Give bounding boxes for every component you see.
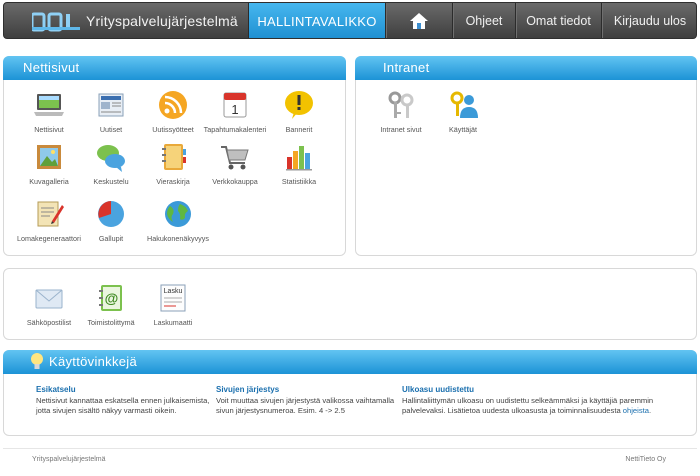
- brand-title: Yrityspalvelujärjestelmä: [86, 13, 238, 29]
- laptop-icon: [34, 94, 64, 116]
- tile-uutiset[interactable]: Uutiset: [78, 88, 144, 134]
- tile-label: Sähköpostilist: [26, 318, 72, 327]
- tips-title: Käyttövinkkejä: [49, 354, 138, 369]
- tip-text: Voit muuttaa sivujen järjestystä valikos…: [216, 396, 395, 415]
- tile-keskustelu[interactable]: Keskustelu: [78, 140, 144, 186]
- tile-label: Uutissyötteet: [152, 125, 194, 134]
- tip-text: Nettisivut kannattaa eskatsella ennen ju…: [36, 396, 210, 415]
- tile-vieraskirja[interactable]: Vieraskirja: [140, 140, 206, 186]
- top-navigation-bar: Yrityspalvelujärjestelmä HALLINTAVALIKKO…: [3, 2, 697, 39]
- tip-text-block: Hallintaliittymän ulkoasu on uudistettu …: [402, 396, 672, 416]
- intranet-header: Intranet: [355, 56, 697, 80]
- envelope-icon: [35, 289, 63, 309]
- nav-omat-tiedot[interactable]: Omat tiedot: [516, 3, 601, 38]
- address-book-icon: @: [99, 285, 122, 311]
- tile-label: Verkkokauppa: [212, 177, 258, 186]
- notebook-icon: [162, 144, 186, 170]
- nettisivut-panel: Nettisivut Nettisivut Uutiset Uutissyött…: [3, 56, 346, 256]
- newspaper-icon: [98, 93, 124, 117]
- tile-gallupit[interactable]: Gallupit: [78, 197, 144, 243]
- form-pencil-icon: [37, 201, 64, 227]
- tip-title: Ulkoasu uudistettu: [402, 385, 475, 394]
- rss-icon: [159, 91, 187, 119]
- tip-ulkoasu-uudistettu: Ulkoasu uudistettu Hallintaliittymän ulk…: [402, 385, 672, 416]
- exclamation-bubble-icon: [285, 91, 313, 119]
- tile-label: Lomakegeneraattori: [17, 234, 81, 243]
- user-key-icon: [450, 91, 478, 118]
- tips-header: Käyttövinkkejä: [3, 350, 697, 374]
- home-icon[interactable]: [409, 12, 429, 30]
- picture-icon: [37, 145, 61, 169]
- tile-label: Tapahtumakalenteri: [203, 125, 267, 134]
- tile-verkkokauppa[interactable]: Verkkokauppa: [202, 140, 268, 186]
- svg-text:@: @: [105, 290, 119, 306]
- intranet-panel: Intranet Intranet sivut Käyttäjät: [355, 56, 697, 256]
- tile-sahkopostilist[interactable]: Sähköpostilist: [16, 281, 82, 327]
- ohjeista-link[interactable]: ohjeista: [623, 406, 649, 415]
- tip-text-suffix: .: [648, 406, 652, 415]
- tile-uutissyotteet[interactable]: Uutissyötteet: [140, 88, 206, 134]
- tile-label: Laskumaatti: [153, 318, 193, 327]
- lightbulb-icon: [31, 353, 43, 369]
- tile-laskumaatti[interactable]: Lasku Laskumaatti: [140, 281, 206, 327]
- tile-hakukonenakyvyys[interactable]: Hakukonenäkyvyys: [145, 197, 211, 243]
- tile-label: Gallupit: [98, 234, 124, 243]
- keys-icon: [388, 91, 414, 118]
- nav-ohjeet[interactable]: Ohjeet: [453, 3, 515, 38]
- tile-statistiikka[interactable]: Statistiikka: [266, 140, 332, 186]
- logo-icon: [32, 12, 80, 32]
- tile-label: Intranet sivut: [380, 125, 422, 134]
- footer-divider: [3, 448, 697, 449]
- chat-bubbles-icon: [97, 145, 125, 172]
- tile-intranet-sivut[interactable]: Intranet sivut: [368, 88, 434, 134]
- tile-label: Kuvagalleria: [29, 177, 69, 186]
- tip-sivujen-jarjestys: Sivujen järjestys Voit muuttaa sivujen j…: [216, 385, 396, 416]
- tools-panel: Sähköpostilist @ Toimistolittymä Lasku L…: [3, 268, 697, 340]
- tile-label: Käyttäjät: [449, 125, 477, 134]
- tile-bannerit[interactable]: Bannerit: [266, 88, 332, 134]
- tile-toimistolittyma[interactable]: @ Toimistolittymä: [78, 281, 144, 327]
- tile-nettisivut[interactable]: Nettisivut: [16, 88, 82, 134]
- tip-title: Esikatselu: [36, 385, 76, 394]
- tile-kayttajat[interactable]: Käyttäjät: [430, 88, 496, 134]
- tile-label: Statistiikka: [281, 177, 317, 186]
- tile-label: Toimistolittymä: [87, 318, 135, 327]
- globe-icon: [165, 201, 191, 227]
- footer-brand: Yrityspalvelujärjestelmä: [32, 456, 106, 463]
- nettisivut-header: Nettisivut: [3, 56, 346, 80]
- tip-text: Hallintaliittymän ulkoasu on uudistettu …: [402, 396, 654, 415]
- calendar-icon: 1: [223, 92, 247, 118]
- tile-label: Keskustelu: [93, 177, 129, 186]
- shopping-cart-icon: [221, 146, 249, 170]
- tile-tapahtumakalenteri[interactable]: 1 Tapahtumakalenteri: [202, 88, 268, 134]
- footer-company: NettiTieto Oy: [625, 456, 666, 463]
- invoice-icon-text: Lasku: [164, 288, 183, 295]
- tile-label: Nettisivut: [34, 125, 64, 134]
- invoice-icon: Lasku: [160, 284, 186, 312]
- tile-label: Bannerit: [285, 125, 313, 134]
- tile-label: Hakukonenäkyvyys: [147, 234, 209, 243]
- tile-kuvagalleria[interactable]: Kuvagalleria: [16, 140, 82, 186]
- tile-label: Uutiset: [99, 125, 123, 134]
- svg-text:1: 1: [231, 102, 238, 117]
- tile-label: Vieraskirja: [156, 177, 190, 186]
- tip-title: Sivujen järjestys: [216, 385, 280, 394]
- tips-panel: Käyttövinkkejä Esikatselu Nettisivut kan…: [3, 350, 697, 436]
- nav-kirjaudu-ulos[interactable]: Kirjaudu ulos: [602, 3, 696, 38]
- pie-chart-icon: [98, 201, 124, 227]
- tile-lomakegeneraattori[interactable]: Lomakegeneraattori: [16, 197, 82, 243]
- bar-chart-icon: [286, 146, 312, 171]
- nav-hallintavalikko[interactable]: HALLINTAVALIKKO: [249, 3, 385, 38]
- tip-esikatselu: Esikatselu Nettisivut kannattaa eskatsel…: [36, 385, 212, 416]
